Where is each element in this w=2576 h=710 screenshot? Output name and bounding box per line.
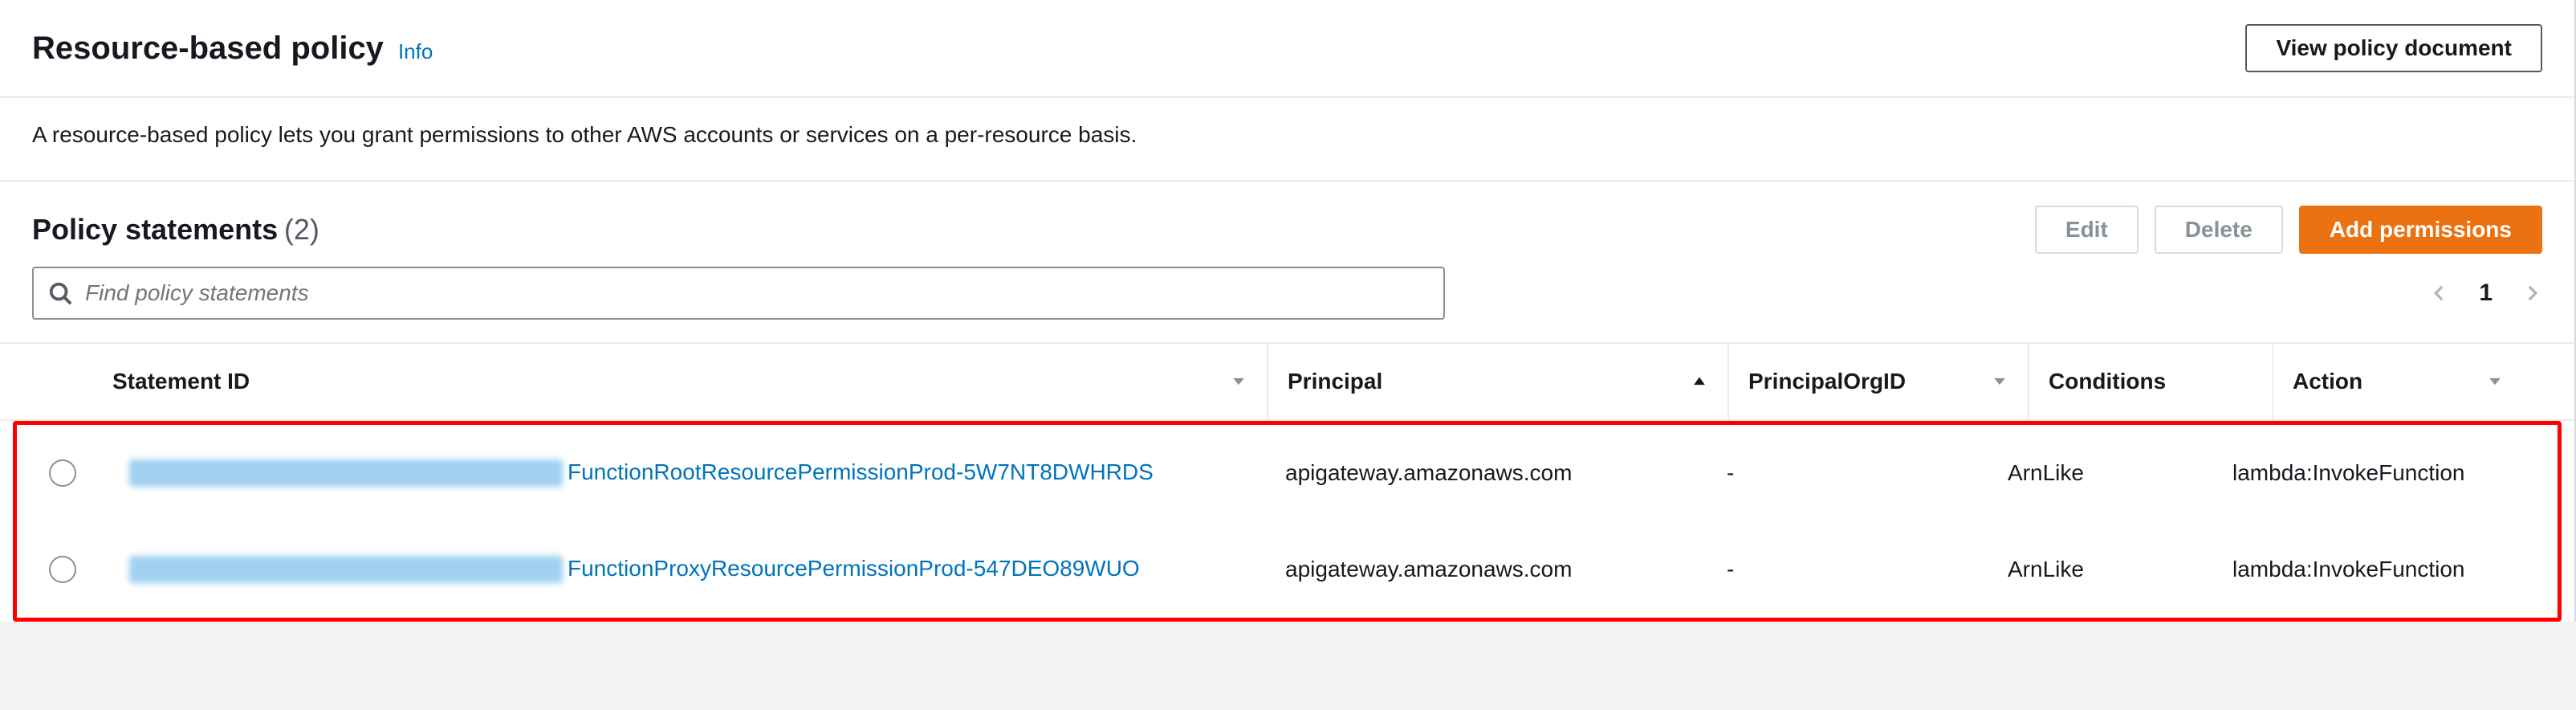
sort-icon	[1991, 373, 2008, 390]
resource-policy-panel: Resource-based policy Info View policy d…	[0, 0, 2576, 622]
sort-asc-icon	[1691, 373, 1708, 390]
panel-title: Resource-based policy	[32, 31, 384, 67]
redacted-prefix	[129, 459, 563, 487]
principal-org-cell: -	[1727, 460, 2008, 486]
search-icon	[48, 281, 72, 305]
col-statement-id[interactable]: Statement ID	[112, 344, 1268, 419]
add-permissions-button[interactable]: Add permissions	[2299, 206, 2542, 254]
principal-org-cell: -	[1727, 557, 2008, 582]
statements-table: Statement ID Principal PrincipalOrgID Co…	[0, 342, 2574, 622]
edit-button[interactable]: Edit	[2035, 206, 2139, 254]
panel-header: Resource-based policy Info View policy d…	[0, 0, 2574, 98]
col-conditions[interactable]: Conditions	[2049, 344, 2273, 419]
page-number: 1	[2479, 280, 2493, 307]
conditions-cell: ArnLike	[2008, 557, 2232, 582]
action-cell: lambda:InvokeFunction	[2232, 460, 2525, 486]
table-row: FunctionRootResourcePermissionProd-5W7NT…	[17, 425, 2558, 521]
col-principal-org-id[interactable]: PrincipalOrgID	[1748, 344, 2029, 419]
prev-page-icon[interactable]	[2429, 283, 2450, 304]
statement-id-link[interactable]: FunctionRootResourcePermissionProd-5W7NT…	[129, 459, 1285, 488]
col-principal[interactable]: Principal	[1288, 344, 1729, 419]
col-action[interactable]: Action	[2293, 344, 2523, 419]
view-policy-document-button[interactable]: View policy document	[2245, 24, 2542, 72]
statements-header: Policy statements (2) Edit Delete Add pe…	[0, 182, 2574, 267]
panel-description: A resource-based policy lets you grant p…	[0, 98, 2574, 182]
row-select-radio[interactable]	[49, 459, 76, 487]
next-page-icon[interactable]	[2521, 283, 2542, 304]
action-cell: lambda:InvokeFunction	[2232, 557, 2525, 582]
statements-title: Policy statements	[32, 213, 278, 246]
table-row: FunctionProxyResourcePermissionProd-547D…	[17, 521, 2558, 618]
info-link[interactable]: Info	[398, 39, 433, 64]
paginator: 1	[2429, 280, 2542, 307]
row-select-radio[interactable]	[49, 556, 76, 583]
search-box[interactable]	[32, 267, 1445, 320]
statement-id-link[interactable]: FunctionProxyResourcePermissionProd-547D…	[129, 556, 1285, 584]
sort-icon	[2486, 373, 2504, 390]
search-pagination-row: 1	[0, 267, 2574, 342]
sort-icon	[1230, 373, 1247, 390]
redacted-prefix	[129, 556, 563, 583]
table-header-row: Statement ID Principal PrincipalOrgID Co…	[0, 344, 2574, 421]
principal-cell: apigateway.amazonaws.com	[1285, 557, 1727, 582]
highlighted-rows: FunctionRootResourcePermissionProd-5W7NT…	[13, 421, 2562, 622]
statements-count: (2)	[284, 213, 319, 246]
search-input[interactable]	[83, 280, 1429, 307]
delete-button[interactable]: Delete	[2155, 206, 2283, 254]
principal-cell: apigateway.amazonaws.com	[1285, 460, 1727, 486]
conditions-cell: ArnLike	[2008, 460, 2232, 486]
